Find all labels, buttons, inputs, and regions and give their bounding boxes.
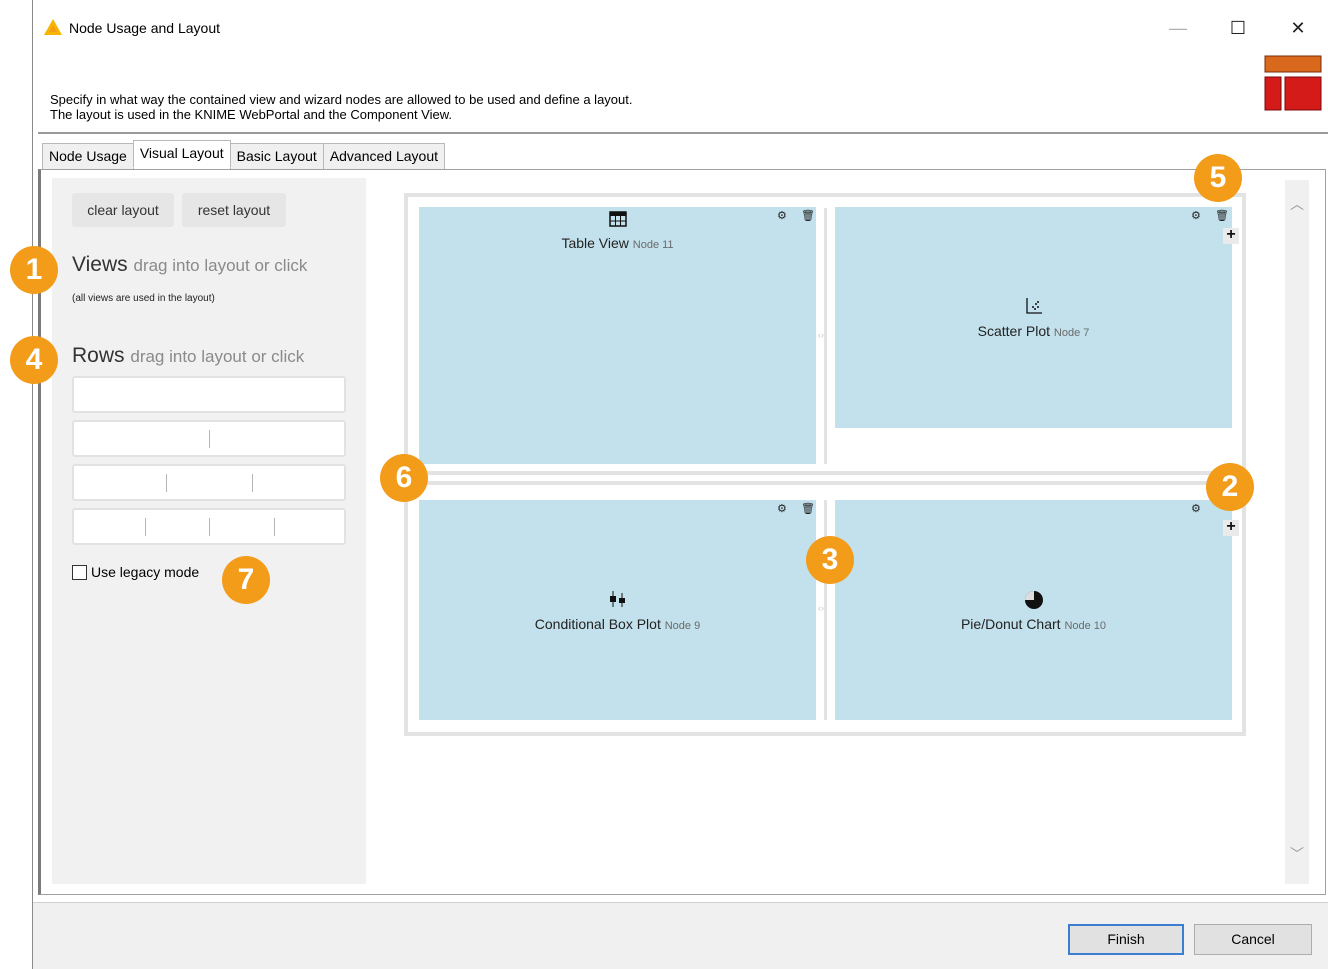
rows-section-title: Rows drag into layout or click (72, 344, 304, 368)
gear-icon[interactable]: ⚙ (777, 502, 787, 515)
views-hint: drag into layout or click (133, 256, 308, 275)
window-title: Node Usage and Layout (69, 20, 220, 36)
column-divider (209, 430, 210, 448)
add-column-icon[interactable]: + (1223, 519, 1239, 536)
tab-advanced-layout[interactable]: Advanced Layout (322, 143, 446, 169)
description-line-2: The layout is used in the KNIME WebPorta… (50, 107, 453, 122)
finish-button[interactable]: Finish (1068, 924, 1184, 955)
view-label: Table View Node 11 (419, 235, 816, 251)
scroll-down-icon[interactable]: ﹀ (1285, 844, 1309, 864)
title-bar: Node Usage and Layout — ☐ ✕ (33, 0, 1328, 56)
trash-icon[interactable]: 🗑 (1215, 209, 1229, 222)
callout-badge: 7 (222, 556, 270, 604)
view-label: Conditional Box Plot Node 9 (419, 616, 816, 632)
view-name: Table View (561, 235, 629, 251)
column-resize-handle-icon[interactable]: ‹› (818, 330, 824, 340)
callout-badge: 4 (10, 336, 58, 384)
callout-badge: 6 (380, 454, 428, 502)
tab-basic-layout[interactable]: Basic Layout (229, 143, 324, 169)
tab-bar: Node Usage Visual Layout Basic Layout Ad… (42, 140, 446, 169)
tab-node-usage[interactable]: Node Usage (42, 143, 134, 169)
callout-badge: 3 (806, 536, 854, 584)
column-divider (209, 518, 210, 536)
scatter-plot-icon (1025, 297, 1043, 320)
node-id: Node 11 (632, 239, 674, 251)
column-separator[interactable] (824, 500, 827, 720)
view-label: Pie/Donut Chart Node 10 (835, 616, 1232, 632)
trash-icon[interactable]: 🗑 (801, 502, 815, 515)
scroll-up-icon[interactable]: ︿ (1285, 194, 1309, 214)
tab-visual-layout[interactable]: Visual Layout (132, 140, 231, 168)
view-label: Scatter Plot Node 7 (835, 323, 1232, 339)
legacy-mode-label: Use legacy mode (91, 564, 200, 580)
view-box-scatter-plot[interactable]: Scatter Plot Node 7 ⚙ 🗑 (835, 207, 1232, 428)
node-id: Node 10 (1064, 620, 1107, 632)
rows-hint: drag into layout or click (130, 347, 305, 366)
dialog-description: Specify in what way the contained view a… (50, 92, 632, 122)
gear-icon[interactable]: ⚙ (777, 209, 787, 222)
column-resize-handle-icon[interactable]: ‹› (818, 603, 824, 613)
left-border (32, 0, 33, 969)
view-box-conditional-box-plot[interactable]: Conditional Box Plot Node 9 ⚙ 🗑 (419, 500, 816, 720)
row-template-3-columns[interactable] (72, 464, 346, 501)
node-id: Node 7 (1053, 327, 1090, 339)
row-separator (420, 481, 1242, 485)
rows-title: Rows (72, 344, 125, 367)
view-name: Scatter Plot (977, 323, 1050, 339)
column-divider (252, 474, 253, 492)
callout-badge: 5 (1194, 154, 1242, 202)
column-divider (145, 518, 146, 536)
reset-layout-button[interactable]: reset layout (182, 193, 286, 227)
gear-icon[interactable]: ⚙ (1191, 209, 1201, 222)
trash-icon[interactable]: 🗑 (801, 209, 815, 222)
knime-warning-icon (43, 18, 63, 39)
row-template-2-columns[interactable] (72, 420, 346, 457)
cancel-button[interactable]: Cancel (1194, 924, 1312, 955)
callout-badge: 1 (10, 246, 58, 294)
description-line-1: Specify in what way the contained view a… (50, 92, 633, 107)
legacy-mode-toggle[interactable]: Use legacy mode (72, 564, 199, 580)
vertical-scrollbar[interactable]: ︿ ﹀ (1285, 180, 1309, 884)
add-column-icon[interactable]: + (1223, 227, 1239, 244)
gear-icon[interactable]: ⚙ (1191, 502, 1201, 515)
knime-logo (1264, 55, 1322, 111)
header-divider (38, 132, 1328, 134)
node-id: Node 9 (664, 620, 701, 632)
view-box-pie-donut-chart[interactable]: Pie/Donut Chart Node 10 ⚙ (835, 500, 1232, 720)
pie-chart-icon (1024, 590, 1044, 615)
views-section-title: Views drag into layout or click (72, 253, 307, 277)
views-note: (all views are used in the layout) (72, 293, 215, 304)
table-icon (608, 211, 627, 232)
view-name: Conditional Box Plot (534, 616, 661, 632)
close-button[interactable]: ✕ (1278, 14, 1318, 42)
dialog-window: Node Usage and Layout — ☐ ✕ Specify in w… (0, 0, 1328, 969)
row-template-4-columns[interactable] (72, 508, 346, 545)
view-name: Pie/Donut Chart (960, 616, 1061, 632)
minimize-button[interactable]: — (1158, 14, 1198, 42)
view-box-table-view[interactable]: Table View Node 11 ⚙ 🗑 (419, 207, 816, 464)
column-divider (274, 518, 275, 536)
maximize-button[interactable]: ☐ (1218, 14, 1258, 42)
column-separator[interactable] (824, 208, 827, 464)
callout-badge: 2 (1206, 463, 1254, 511)
legacy-mode-checkbox[interactable] (72, 564, 87, 580)
views-title: Views (72, 253, 128, 276)
column-divider (166, 474, 167, 492)
row-template-1-column[interactable] (72, 376, 346, 413)
clear-layout-button[interactable]: clear layout (72, 193, 174, 227)
box-plot-icon (608, 590, 628, 613)
row-separator (420, 471, 1242, 475)
